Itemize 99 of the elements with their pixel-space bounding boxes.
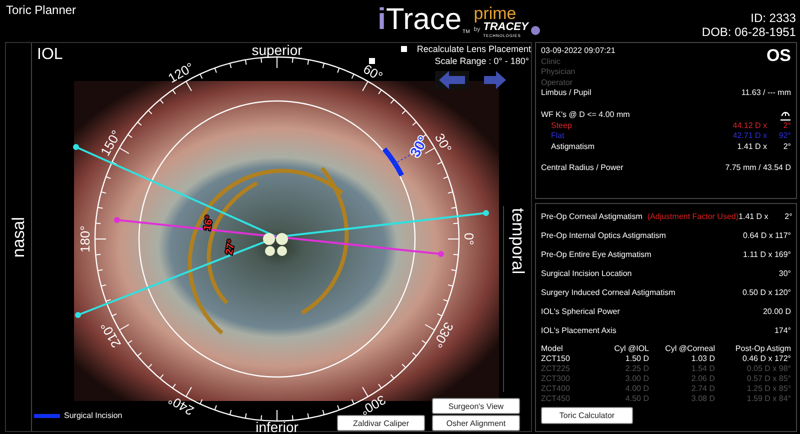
degree-label: 180° — [77, 226, 92, 252]
k-axis: 2° — [782, 142, 791, 152]
angle-label: 16° — [202, 214, 216, 232]
degree-label: 120° — [166, 59, 196, 86]
view-button[interactable]: Osher Alignment — [432, 415, 520, 431]
arrow-left-icon — [439, 71, 465, 89]
toric-calculator-button[interactable]: Toric Calculator — [541, 407, 633, 424]
plan-value: 20.00 D — [762, 307, 791, 316]
logo-brand: Trace — [386, 2, 462, 38]
plan-label: Pre-Op Corneal Astigmatism — [541, 212, 642, 221]
column-header: Post-Op Astigm — [734, 344, 791, 354]
table-cell[interactable]: ZCT225 — [541, 364, 601, 374]
nasal-label: nasal — [8, 216, 28, 258]
table-cell[interactable]: 1.50 D — [601, 354, 649, 364]
table-cell[interactable]: 4.50 D — [601, 394, 649, 404]
table-cell[interactable]: 0.46 D x 172° — [715, 354, 791, 364]
sphere-icon — [531, 26, 540, 34]
table-cell[interactable]: 3.08 D — [649, 394, 715, 404]
k-value: 1.41 D x — [737, 142, 767, 152]
plan-label: IOL's Spherical Power — [541, 307, 620, 316]
column-header: Cyl @Corneal — [664, 344, 715, 354]
table-cell[interactable]: ZCT400 — [541, 384, 601, 394]
previous-button[interactable] — [435, 71, 469, 89]
plan-label: IOL's Placement Axis — [541, 326, 616, 335]
logo-company: TRACEY — [483, 22, 528, 33]
patient-id: ID: 2333 — [750, 11, 796, 25]
table-cell[interactable]: ZCT150 — [541, 354, 601, 364]
k-label: Astigmatism — [550, 142, 595, 152]
view-button[interactable]: Surgeon's View — [432, 398, 520, 414]
view-button[interactable]: Zaldivar Caliper — [337, 415, 425, 431]
table-cell[interactable]: 2.06 D — [649, 374, 715, 384]
temporal-label: temporal — [508, 207, 528, 276]
plan-value: 0.50 D x 120° — [742, 288, 791, 297]
patient-dob: DOB: 06-28-1951 — [702, 25, 796, 39]
central-value: 7.75 mm / 43.54 D — [725, 163, 791, 174]
k-axis: 2° — [782, 120, 791, 131]
column-header: Model — [541, 344, 564, 354]
plan-value: 0.64 D x 117° — [743, 231, 791, 240]
plan-label: Surgery Induced Corneal Astigmatism — [541, 288, 676, 297]
exam-meta-label: Physician — [541, 67, 576, 78]
degree-label: 240° — [166, 392, 196, 419]
k-value: 42.71 D x — [732, 131, 767, 142]
table-cell[interactable]: 0.05 D x 98° — [715, 364, 791, 374]
table-cell[interactable]: 4.00 D — [601, 384, 649, 394]
degree-label: 0° — [462, 232, 477, 246]
limbus-label: Limbus / Pupil — [541, 88, 592, 98]
pupil-reflection-drawing — [263, 233, 288, 256]
checkbox[interactable] — [368, 58, 375, 64]
logo-edition: prime — [474, 5, 516, 22]
exam-meta-label: Clinic — [541, 56, 562, 67]
plan-value: 1.41 D x — [738, 212, 768, 221]
k-value: 44.12 D x — [732, 120, 767, 131]
table-cell[interactable]: ZCT450 — [541, 394, 601, 404]
option-label: Recalculate Lens Placement — [416, 44, 531, 54]
limbus-value: 11.63 / --- mm — [741, 88, 791, 98]
window-title: Toric Planner — [6, 2, 78, 17]
plan-value: 1.11 D x 169° — [743, 250, 791, 259]
table-cell[interactable]: 1.54 D — [649, 364, 715, 374]
table-cell[interactable]: 2.25 D — [601, 364, 649, 374]
exam-meta-label: Operator — [541, 78, 574, 88]
wf-title: WF K's @ D <= 4.00 mm — [541, 110, 630, 120]
plan-axis: 2° — [784, 212, 792, 221]
incision-angle-label: 30° — [406, 133, 432, 160]
table-cell[interactable]: 1.59 D x 84° — [715, 394, 791, 404]
angle-label: 27° — [224, 238, 238, 256]
plan-label: Pre-Op Internal Optics Astigmatism — [541, 231, 666, 240]
table-cell[interactable]: 0.57 D x 85° — [715, 374, 791, 384]
central-label: Central Radius / Power — [541, 163, 624, 174]
superior-label: superior — [252, 43, 302, 58]
plan-label: Surgical Incision Location — [541, 269, 632, 278]
plan-note: (Adjustment Factor Used) — [647, 212, 739, 221]
eye-label: OS — [766, 46, 791, 67]
checkbox[interactable] — [400, 46, 407, 52]
logo-initial: i — [378, 2, 386, 38]
table-cell[interactable]: 3.00 D — [601, 374, 649, 384]
view-label: IOL — [37, 46, 63, 64]
plan-value: 174° — [774, 326, 791, 335]
incision-mark — [382, 147, 404, 177]
k-label: Flat — [550, 131, 564, 142]
arrow-right-icon — [484, 71, 506, 89]
table-cell[interactable]: 1.25 D x 85° — [715, 384, 791, 394]
legend-label: Surgical Incision — [64, 411, 122, 420]
plan-label: Pre-Op Entire Eye Astigmatism — [541, 250, 652, 259]
inferior-label: inferior — [256, 419, 298, 433]
table-cell[interactable]: 2.74 D — [649, 384, 715, 394]
exam-datetime: 03-09-2022 09:07:21 — [541, 46, 616, 56]
k-label: Steep — [550, 120, 572, 131]
column-header: Cyl @IOL — [613, 344, 649, 354]
degree-label: 60° — [360, 61, 386, 84]
degree-label: 30° — [432, 130, 455, 156]
table-cell[interactable]: 1.03 D — [649, 354, 715, 364]
plan-value: 30° — [778, 269, 791, 278]
cycle-icon[interactable] — [780, 110, 791, 120]
table-cell[interactable]: ZCT300 — [541, 374, 601, 384]
option-label: Scale Range : 0° - 180° — [434, 56, 529, 66]
next-button[interactable] — [484, 71, 506, 89]
incision-legend-icon — [34, 414, 60, 418]
k-axis: 92° — [778, 131, 791, 142]
leader-line — [394, 154, 410, 164]
